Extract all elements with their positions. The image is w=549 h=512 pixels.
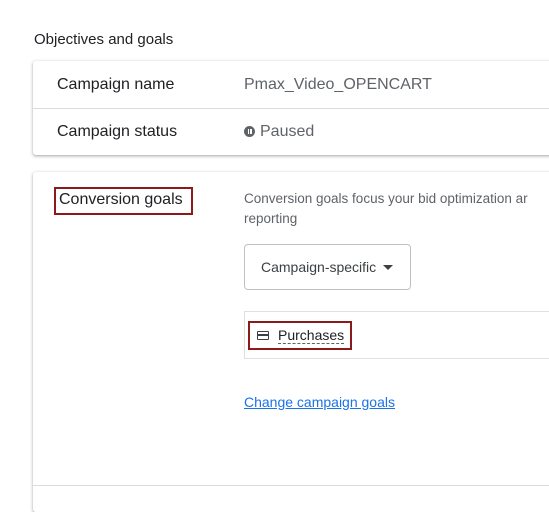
pause-circle-icon (244, 126, 255, 137)
campaign-status-row: Campaign status Paused (33, 108, 549, 155)
description-line-1: Conversion goals focus your bid optimiza… (244, 191, 528, 206)
credit-card-icon (257, 331, 269, 340)
change-campaign-goals-link[interactable]: Change campaign goals (244, 394, 395, 410)
conversion-goals-label: Conversion goals (54, 187, 193, 215)
campaign-status-label: Campaign status (57, 122, 178, 140)
goal-scope-dropdown[interactable]: Campaign-specific (244, 244, 411, 290)
campaign-name-label: Campaign name (57, 75, 175, 93)
campaign-status-text: Paused (260, 122, 315, 140)
conversion-goals-description: Conversion goals focus your bid optimiza… (244, 189, 549, 229)
campaign-status-value: Paused (244, 123, 314, 141)
campaign-name-row: Campaign name Pmax_Video_OPENCART (33, 61, 549, 109)
campaign-name-value: Pmax_Video_OPENCART (244, 75, 432, 93)
conversion-goals-list: Purchases (244, 311, 549, 359)
caret-down-icon (383, 264, 394, 270)
conversion-goals-card: Conversion goals Conversion goals focus … (33, 172, 549, 512)
goal-scope-value: Campaign-specific (261, 259, 377, 275)
description-line-2: reporting (244, 211, 298, 226)
section-title: Objectives and goals (34, 31, 174, 48)
goal-item-purchases[interactable]: Purchases (248, 321, 352, 350)
campaign-info-card: Campaign name Pmax_Video_OPENCART Campai… (33, 61, 549, 155)
goal-item-label: Purchases (278, 327, 345, 344)
divider (33, 485, 549, 486)
